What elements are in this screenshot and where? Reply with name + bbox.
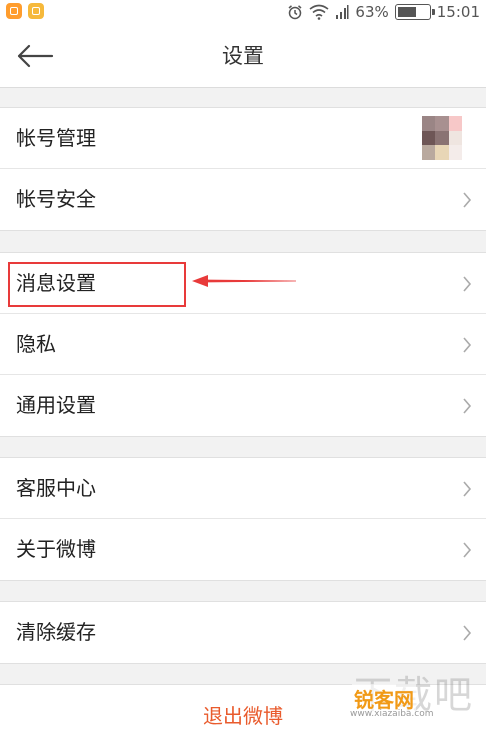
status-bar: 63% 15:01 [0, 0, 486, 24]
watermark-url: www.xiazaiba.com [350, 709, 434, 719]
chevron-right-icon [463, 337, 472, 353]
settings-item-privacy[interactable]: 隐私 [0, 314, 486, 375]
settings-item-clear-cache[interactable]: 清除缓存 [0, 602, 486, 663]
settings-group-account: 帐号管理 帐号安全 [0, 107, 486, 231]
app-notification-icon [6, 3, 22, 19]
chevron-right-icon [463, 192, 472, 208]
chevron-right-icon [463, 481, 472, 497]
page-title: 设置 [222, 44, 264, 68]
settings-group-support: 客服中心 关于微博 [0, 457, 486, 581]
chevron-right-icon [463, 276, 472, 292]
settings-item-label: 关于微博 [16, 537, 96, 561]
avatar [422, 116, 462, 160]
settings-item-label: 隐私 [16, 332, 56, 356]
settings-item-label: 客服中心 [16, 476, 96, 500]
settings-item-label: 帐号安全 [16, 187, 96, 211]
battery-icon [394, 4, 435, 20]
alarm-icon [288, 5, 302, 20]
nav-bar: 设置 [0, 24, 486, 88]
settings-item-label: 帐号管理 [16, 126, 96, 150]
chevron-right-icon [463, 625, 472, 641]
wifi-icon [309, 4, 329, 20]
watermark: 下载吧 锐客网 www.xiazaiba.com [332, 660, 482, 722]
chevron-right-icon [463, 398, 472, 414]
chevron-right-icon [463, 542, 472, 558]
settings-item-account-management[interactable]: 帐号管理 [0, 108, 486, 169]
settings-group-cache: 清除缓存 [0, 601, 486, 664]
app-notification-icon [28, 3, 44, 19]
settings-item-account-security[interactable]: 帐号安全 [0, 169, 486, 230]
settings-item-general-settings[interactable]: 通用设置 [0, 375, 486, 436]
highlight-box [8, 262, 186, 307]
signal-icon [336, 5, 349, 19]
settings-item-label: 通用设置 [16, 393, 96, 417]
annotation-arrow-icon [192, 275, 296, 287]
settings-item-label: 清除缓存 [16, 620, 96, 644]
clock: 15:01 [436, 3, 480, 21]
status-bar-right: 63% 15:01 [287, 1, 480, 23]
settings-item-about-weibo[interactable]: 关于微博 [0, 519, 486, 580]
battery-percent: 63% [355, 3, 389, 21]
settings-item-customer-service[interactable]: 客服中心 [0, 458, 486, 519]
